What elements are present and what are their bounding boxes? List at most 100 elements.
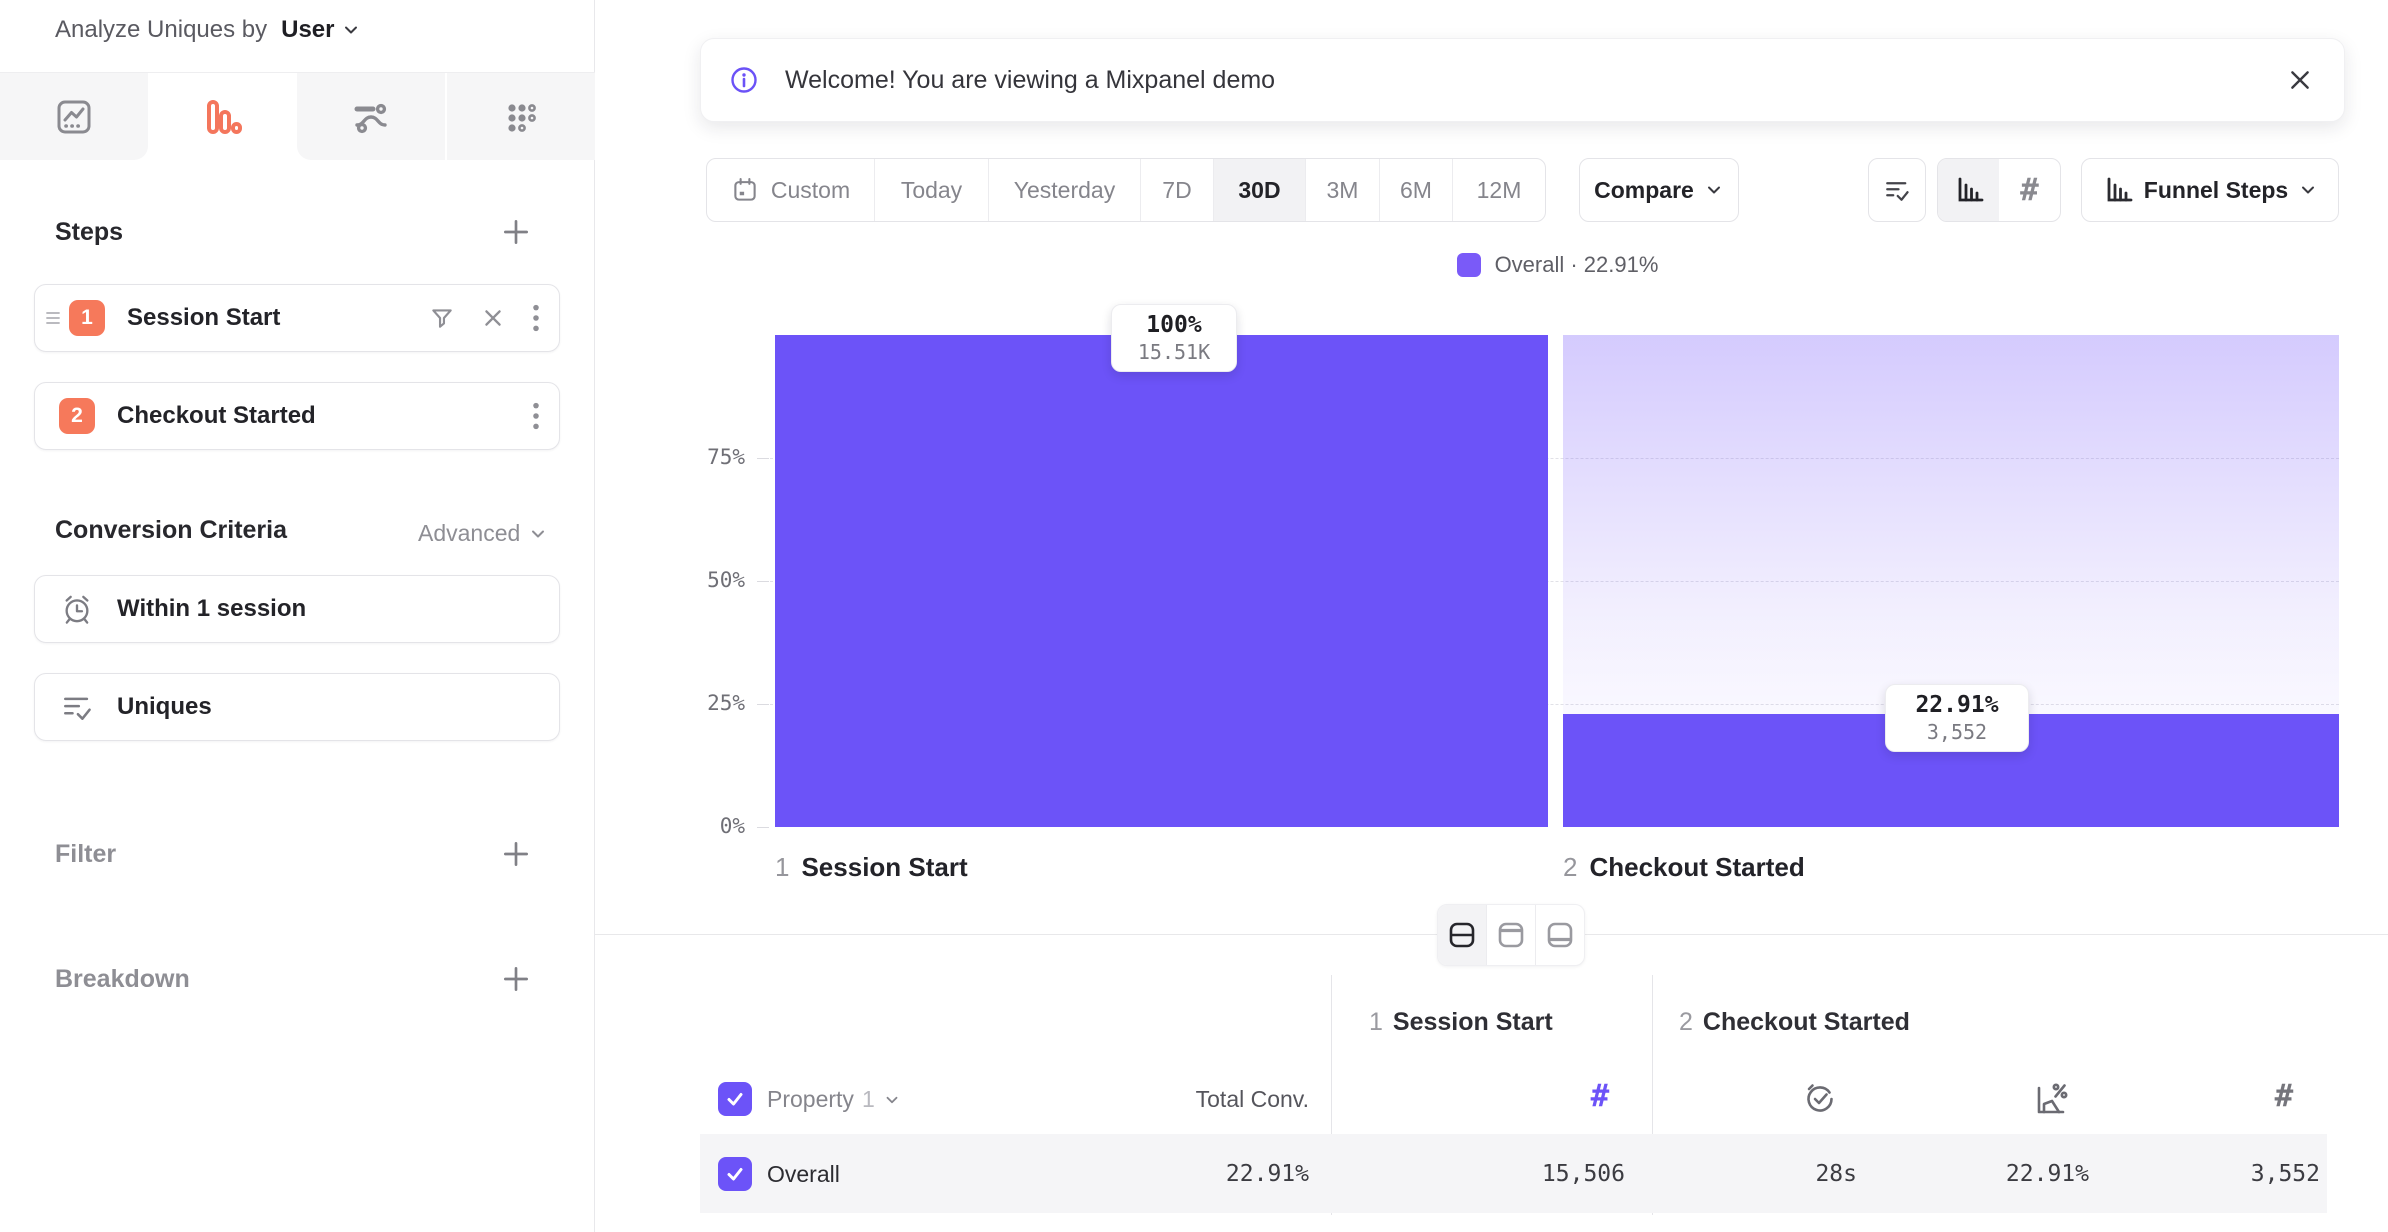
tooltip-count: 15.51K [1128,340,1220,364]
avg-time-metric-icon[interactable] [1800,1078,1840,1118]
conversion-window-card[interactable]: Within 1 session [34,575,560,643]
y-tick-mark [757,704,769,705]
analyze-by-label: Analyze Uniques by [55,16,267,44]
filter-funnel-icon[interactable] [429,305,455,331]
row-avg-time: 28s [1815,1161,1857,1187]
date-range-custom[interactable]: Custom [707,159,875,221]
conversion-window-label: Within 1 session [117,595,306,623]
split-layout-icon [1447,920,1477,950]
calendar-icon [731,176,759,204]
bar-view-toggle[interactable] [1938,159,1999,221]
step-number-badge: 2 [59,398,95,434]
bar-chart-icon [1953,174,1985,206]
table-group-header-step-1: 1Session Start [1369,1008,1553,1037]
step-card-2[interactable]: 2 Checkout Started [34,382,560,450]
tab-retention[interactable] [445,73,595,160]
row-conv-rate: 22.91% [2006,1161,2089,1187]
chevron-down-icon [883,1091,901,1109]
tooltip-pct: 22.91% [1902,692,2012,718]
count-metric-icon[interactable]: # [1580,1078,1620,1114]
funnel-bar-step-1[interactable] [775,335,1548,827]
y-tick-label: 75% [635,445,745,469]
table-group-header-step-2: 2Checkout Started [1679,1008,1910,1037]
advanced-label: Advanced [418,520,520,547]
row-checkbox[interactable] [718,1157,752,1191]
report-type-tabbar [0,72,595,160]
chevron-down-icon [1704,180,1724,200]
property-column-dropdown[interactable]: Property 1 [767,1086,901,1113]
step-event-name[interactable]: Session Start [127,304,280,332]
step-options-kebab-icon[interactable] [531,401,541,431]
analyze-entity-dropdown[interactable]: User [281,16,360,44]
retention-grid-icon [499,95,543,139]
count-metric-icon[interactable]: # [2264,1078,2304,1114]
bar-chart-icon [2102,174,2134,206]
step-event-name[interactable]: Checkout Started [117,402,316,430]
step-options-kebab-icon[interactable] [531,303,541,333]
row-label: Overall [767,1161,840,1188]
step-number-badge: 1 [69,300,105,336]
flows-icon [349,95,393,139]
tab-funnels[interactable] [148,73,296,160]
add-breakdown-button[interactable] [500,963,532,995]
date-range-12m[interactable]: 12M [1453,159,1545,221]
metrics-list-button[interactable] [1868,158,1926,222]
date-range-30d[interactable]: 30D [1214,159,1306,221]
info-circle-icon [729,65,759,95]
add-filter-button[interactable] [500,838,532,870]
filter-heading: Filter [55,840,116,869]
y-tick-mark [757,458,769,459]
advanced-dropdown[interactable]: Advanced [418,520,548,547]
panel-layout-toggle [1437,904,1585,966]
top-layout-icon [1496,920,1526,950]
drag-handle-icon[interactable] [45,310,61,326]
total-conv-column-header[interactable]: Total Conv. [1196,1086,1309,1113]
steps-heading: Steps [55,218,123,247]
date-range-today[interactable]: Today [875,159,989,221]
row-total-conv: 22.91% [1226,1161,1309,1187]
list-check-icon [59,689,95,725]
tab-flows[interactable] [297,73,445,160]
bottom-layout-icon [1545,920,1575,950]
counting-method-card[interactable]: Uniques [34,673,560,741]
date-range-yesterday[interactable]: Yesterday [989,159,1141,221]
y-tick-label: 50% [635,568,745,592]
date-range-3m[interactable]: 3M [1306,159,1380,221]
tab-insights[interactable] [0,73,148,160]
x-axis-step-label: 2Checkout Started [1563,852,1805,883]
close-icon[interactable] [2288,68,2312,92]
y-tick-mark [757,581,769,582]
query-builder-sidebar: Analyze Uniques by User [0,0,595,1232]
date-range-7d[interactable]: 7D [1141,159,1214,221]
select-all-checkbox[interactable] [718,1082,752,1116]
mixpanel-funnel-page: Analyze Uniques by User [0,0,2388,1232]
banner-message: Welcome! You are viewing a Mixpanel demo [785,66,1275,95]
number-view-toggle[interactable]: # [1999,159,2060,221]
compare-button[interactable]: Compare [1579,158,1739,222]
remove-step-icon[interactable] [481,306,505,330]
split-view-toggle[interactable] [1438,905,1487,965]
row-step1-count: 15,506 [1542,1161,1625,1187]
bar-value-tooltip: 100% 15.51K [1111,304,1237,372]
tooltip-pct: 100% [1128,312,1220,338]
table-view-toggle[interactable] [1536,905,1584,965]
list-check-icon [1882,175,1912,205]
y-tick-label: 0% [635,814,745,838]
legend-swatch [1457,253,1481,277]
add-step-button[interactable] [500,216,532,248]
analyze-by-control: Analyze Uniques by User [55,16,361,44]
legend-label: Overall · 22.91% [1495,252,1659,278]
step-card-1[interactable]: 1 Session Start [34,284,560,352]
x-axis-step-label: 1Session Start [775,852,968,883]
counting-method-label: Uniques [117,693,212,721]
conversion-rate-metric-icon[interactable] [2027,1078,2071,1122]
analyze-entity-value: User [281,16,334,44]
date-range-6m[interactable]: 6M [1380,159,1453,221]
chart-legend[interactable]: Overall · 22.91% [775,252,2340,278]
demo-welcome-banner: Welcome! You are viewing a Mixpanel demo [700,38,2345,122]
funnel-steps-dropdown[interactable]: Funnel Steps [2081,158,2339,222]
chevron-down-icon [341,20,361,40]
tooltip-count: 3,552 [1902,720,2012,744]
value-display-toggle: # [1937,158,2061,222]
chart-view-toggle[interactable] [1487,905,1536,965]
